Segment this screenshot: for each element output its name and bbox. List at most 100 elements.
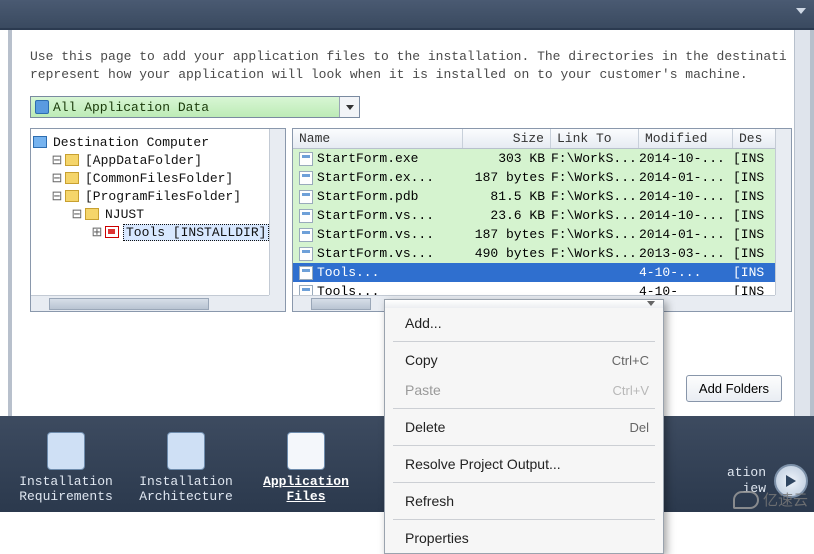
help-text: Use this page to add your application fi… (12, 30, 810, 88)
button-row: Add Folders (652, 375, 782, 402)
cell-modified: 2014-10-... (639, 208, 733, 223)
file-row[interactable]: StartForm.vs...187 bytesF:\WorkS...2014-… (293, 225, 791, 244)
tree-horizontal-scrollbar[interactable] (31, 295, 269, 311)
cell-size: 23.6 KB (463, 208, 551, 223)
cell-modified: 2014-10-... (639, 189, 733, 204)
cell-name: Tools... (317, 265, 463, 280)
files-icon (287, 432, 325, 470)
cell-modified: 4-10-... (639, 265, 733, 280)
cell-size: 81.5 KB (463, 189, 551, 204)
scroll-corner (775, 295, 791, 311)
cell-modified: 2013-03-... (639, 246, 733, 261)
cell-link: F:\WorkS... (551, 246, 639, 261)
folder-icon (65, 172, 79, 184)
filter-icon (35, 100, 49, 114)
titlebar-dropdown-icon[interactable] (796, 8, 806, 14)
destination-tree[interactable]: Destination Computer ⊟ [AppDataFolder] ⊟… (30, 128, 286, 312)
file-row[interactable]: Tools...4-10-...[INS (293, 263, 791, 282)
computer-icon (33, 136, 47, 148)
cell-name: StartForm.vs... (317, 227, 463, 242)
col-modified[interactable]: Modified (639, 129, 733, 148)
separator (393, 519, 655, 520)
list-vertical-scrollbar[interactable] (775, 129, 791, 295)
ctx-add[interactable]: Add... (385, 308, 663, 338)
col-size[interactable]: Size (463, 129, 551, 148)
cell-link: F:\WorkS... (551, 208, 639, 223)
file-icon (299, 190, 313, 204)
tree-root[interactable]: Destination Computer (33, 133, 283, 151)
cell-size: 187 bytes (463, 227, 551, 242)
file-icon (299, 266, 313, 280)
file-icon (299, 171, 313, 185)
requirements-icon (47, 432, 85, 470)
tree-vertical-scrollbar[interactable] (269, 129, 285, 295)
cell-name: StartForm.exe (317, 151, 463, 166)
expand-dash-icon[interactable]: ⊟ (49, 170, 65, 186)
collapse-icon[interactable]: ⊟ (69, 206, 85, 222)
nav-installation-requirements[interactable]: InstallationRequirements (6, 426, 126, 508)
file-row[interactable]: StartForm.exe303 KBF:\WorkS...2014-10-..… (293, 149, 791, 168)
col-link[interactable]: Link To (551, 129, 639, 148)
chevron-down-icon[interactable] (339, 97, 359, 117)
ctx-resolve[interactable]: Resolve Project Output... (385, 449, 663, 479)
separator (393, 341, 655, 342)
tree-node[interactable]: ⊟ [AppDataFolder] (33, 151, 283, 169)
scroll-thumb[interactable] (49, 298, 209, 310)
tree-node-selected[interactable]: ⊞ Tools [INSTALLDIR] (33, 223, 283, 241)
nav-application-files[interactable]: ApplicationFiles (246, 426, 366, 508)
cell-link: F:\WorkS... (551, 227, 639, 242)
title-bar (0, 0, 814, 30)
architecture-icon (167, 432, 205, 470)
page-vertical-scrollbar[interactable] (794, 30, 810, 416)
file-list[interactable]: Name Size Link To Modified Des StartForm… (292, 128, 792, 312)
tree-node[interactable]: ⊟ [ProgramFilesFolder] (33, 187, 283, 205)
folder-icon (65, 154, 79, 166)
ctx-paste: PasteCtrl+V (385, 375, 663, 405)
cell-modified: 2014-01-... (639, 170, 733, 185)
ctx-delete[interactable]: DeleteDel (385, 412, 663, 442)
watermark-logo-icon (733, 491, 759, 509)
cell-name: StartForm.pdb (317, 189, 463, 204)
scroll-thumb[interactable] (311, 298, 371, 310)
file-list-header[interactable]: Name Size Link To Modified Des (293, 129, 791, 149)
cell-modified: 2014-10-... (639, 151, 733, 166)
context-menu-grip[interactable] (385, 300, 663, 308)
tree-node[interactable]: ⊟ [CommonFilesFolder] (33, 169, 283, 187)
context-menu: Add... CopyCtrl+C PasteCtrl+V DeleteDel … (384, 299, 664, 554)
tree-node[interactable]: ⊟ NJUST (33, 205, 283, 223)
scroll-corner (269, 295, 285, 311)
folder-icon (65, 190, 79, 202)
folder-open-icon (85, 208, 99, 220)
file-icon (299, 228, 313, 242)
cell-name: StartForm.vs... (317, 208, 463, 223)
nav-installation-architecture[interactable]: InstallationArchitecture (126, 426, 246, 508)
watermark: 亿速云 (733, 489, 808, 510)
file-icon (299, 209, 313, 223)
filter-combo[interactable]: All Application Data (30, 96, 360, 118)
ctx-copy[interactable]: CopyCtrl+C (385, 345, 663, 375)
cell-link: F:\WorkS... (551, 170, 639, 185)
cell-name: StartForm.vs... (317, 246, 463, 261)
expand-dash-icon[interactable]: ⊟ (49, 152, 65, 168)
col-name[interactable]: Name (293, 129, 463, 148)
file-row[interactable]: StartForm.pdb81.5 KBF:\WorkS...2014-10-.… (293, 187, 791, 206)
separator (393, 408, 655, 409)
add-folders-button[interactable]: Add Folders (686, 375, 782, 402)
cell-link: F:\WorkS... (551, 189, 639, 204)
file-icon (299, 152, 313, 166)
separator (393, 482, 655, 483)
cell-name: StartForm.ex... (317, 170, 463, 185)
installdir-icon (105, 226, 119, 238)
file-row[interactable]: StartForm.vs...490 bytesF:\WorkS...2013-… (293, 244, 791, 263)
separator (393, 445, 655, 446)
file-icon (299, 247, 313, 261)
file-row[interactable]: StartForm.vs...23.6 KBF:\WorkS...2014-10… (293, 206, 791, 225)
ctx-properties[interactable]: Properties (385, 523, 663, 553)
cell-size: 303 KB (463, 151, 551, 166)
expand-icon[interactable]: ⊞ (89, 224, 105, 240)
collapse-icon[interactable]: ⊟ (49, 188, 65, 204)
cell-modified: 2014-01-... (639, 227, 733, 242)
filter-label: All Application Data (53, 100, 209, 115)
cell-link: F:\WorkS... (551, 151, 639, 166)
file-row[interactable]: StartForm.ex...187 bytesF:\WorkS...2014-… (293, 168, 791, 187)
